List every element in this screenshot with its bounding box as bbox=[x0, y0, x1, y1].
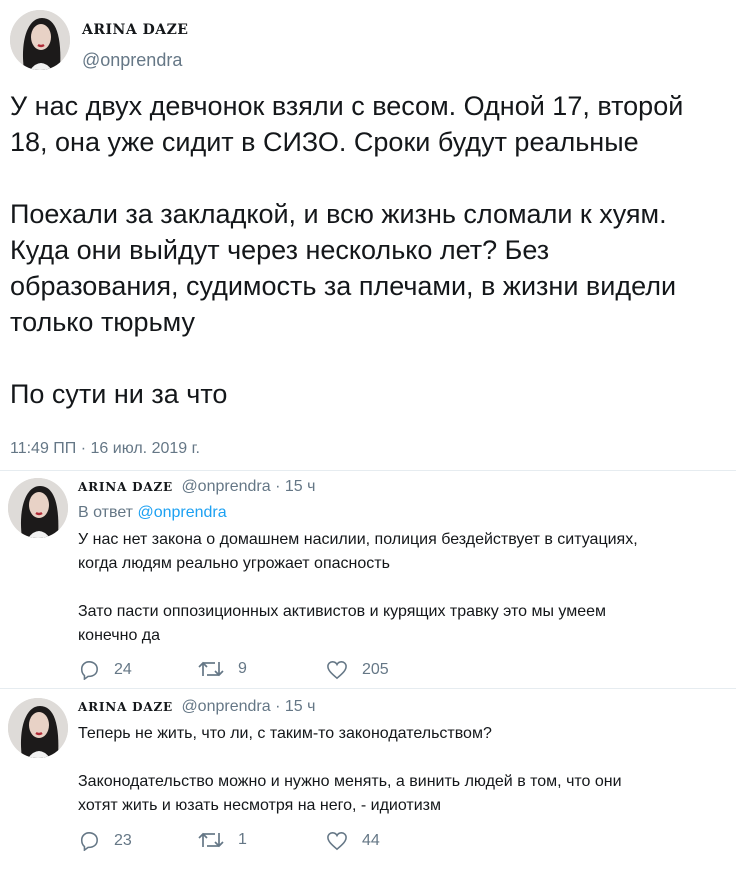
retweet-icon bbox=[198, 832, 224, 848]
author-name[interactable]: ARINA DAZE bbox=[78, 700, 173, 714]
retweet-count: 1 bbox=[238, 831, 247, 848]
tweet-text-line: По сути ни за что bbox=[10, 379, 228, 409]
in-reply-handle-link[interactable]: @onprendra bbox=[137, 504, 226, 521]
reply-count: 24 bbox=[114, 661, 132, 678]
retweet-icon bbox=[198, 661, 224, 677]
retweet-count: 9 bbox=[238, 660, 247, 677]
tweet-text-line: Поехали за закладкой, и всю жизнь сломал… bbox=[10, 199, 667, 229]
like-button[interactable]: 44 bbox=[326, 831, 380, 851]
reply-text-line: Законодательство можно и нужно менять, а… bbox=[78, 773, 622, 790]
like-count: 205 bbox=[362, 661, 389, 678]
tweet-text-line: только тюрьму bbox=[10, 307, 196, 337]
reply-header: ARINA DAZE @onprendra · 15 ч bbox=[78, 478, 315, 496]
like-button[interactable]: 205 bbox=[326, 660, 389, 680]
tweet-text-line: 18, она уже сидит в СИЗО. Сроки будут ре… bbox=[10, 127, 639, 157]
reply-tweet[interactable]: ARINA DAZE @onprendra · 15 ч Теперь не ж… bbox=[0, 688, 736, 878]
author-handle[interactable]: @onprendra bbox=[82, 50, 182, 71]
reply-button[interactable]: 24 bbox=[78, 660, 132, 680]
author-handle[interactable]: @onprendra bbox=[181, 478, 270, 495]
reply-text-line: У нас нет закона о домашнем насилии, пол… bbox=[78, 531, 638, 548]
reply-header: ARINA DAZE @onprendra · 15 ч bbox=[78, 698, 315, 716]
in-reply-label: В ответ bbox=[78, 504, 134, 521]
reply-text-line: конечно да bbox=[78, 627, 161, 644]
reply-tweet[interactable]: ARINA DAZE @onprendra · 15 ч В ответ @on… bbox=[0, 470, 736, 688]
retweet-button[interactable]: 9 bbox=[198, 660, 247, 678]
reply-button[interactable]: 23 bbox=[78, 831, 132, 851]
like-icon bbox=[327, 832, 347, 851]
reply-text: Теперь не жить, что ли, с таким-то закон… bbox=[78, 722, 622, 818]
tweet-text-line: Куда они выйдут через несколько лет? Без bbox=[10, 235, 550, 265]
like-count: 44 bbox=[362, 832, 380, 849]
in-reply-to: В ответ @onprendra bbox=[78, 504, 227, 522]
reply-count: 23 bbox=[114, 832, 132, 849]
tweet-text: У нас двух девчонок взяли с весом. Одной… bbox=[10, 88, 730, 412]
retweet-button[interactable]: 1 bbox=[198, 831, 247, 849]
author-name[interactable]: ARINA DAZE bbox=[82, 22, 188, 38]
tweet-text-line: У нас двух девчонок взяли с весом. Одной… bbox=[10, 91, 684, 121]
avatar[interactable] bbox=[8, 478, 68, 538]
reply-icon bbox=[80, 661, 98, 680]
reply-text-line: Теперь не жить, что ли, с таким-то закон… bbox=[78, 725, 492, 742]
time-ago[interactable]: · 15 ч bbox=[275, 698, 315, 715]
reply-text-line: когда людям реально угрожает опасность bbox=[78, 555, 390, 572]
reply-text-line: Зато пасти оппозиционных активистов и ку… bbox=[78, 603, 607, 620]
reply-icon bbox=[80, 832, 98, 851]
tweet-text-line: образования, судимость за плечами, в жиз… bbox=[10, 271, 677, 301]
avatar[interactable] bbox=[10, 10, 70, 70]
avatar[interactable] bbox=[8, 698, 68, 758]
like-icon bbox=[327, 661, 347, 680]
reply-text-line: хотят жить и юзать несмотря на него, - и… bbox=[78, 797, 442, 814]
tweet-timestamp[interactable]: 11:49 ПП · 16 июл. 2019 г. bbox=[10, 440, 200, 458]
author-name[interactable]: ARINA DAZE bbox=[78, 480, 173, 494]
author-handle[interactable]: @onprendra bbox=[181, 698, 270, 715]
reply-text: У нас нет закона о домашнем насилии, пол… bbox=[78, 528, 638, 648]
time-ago[interactable]: · 15 ч bbox=[275, 478, 315, 495]
